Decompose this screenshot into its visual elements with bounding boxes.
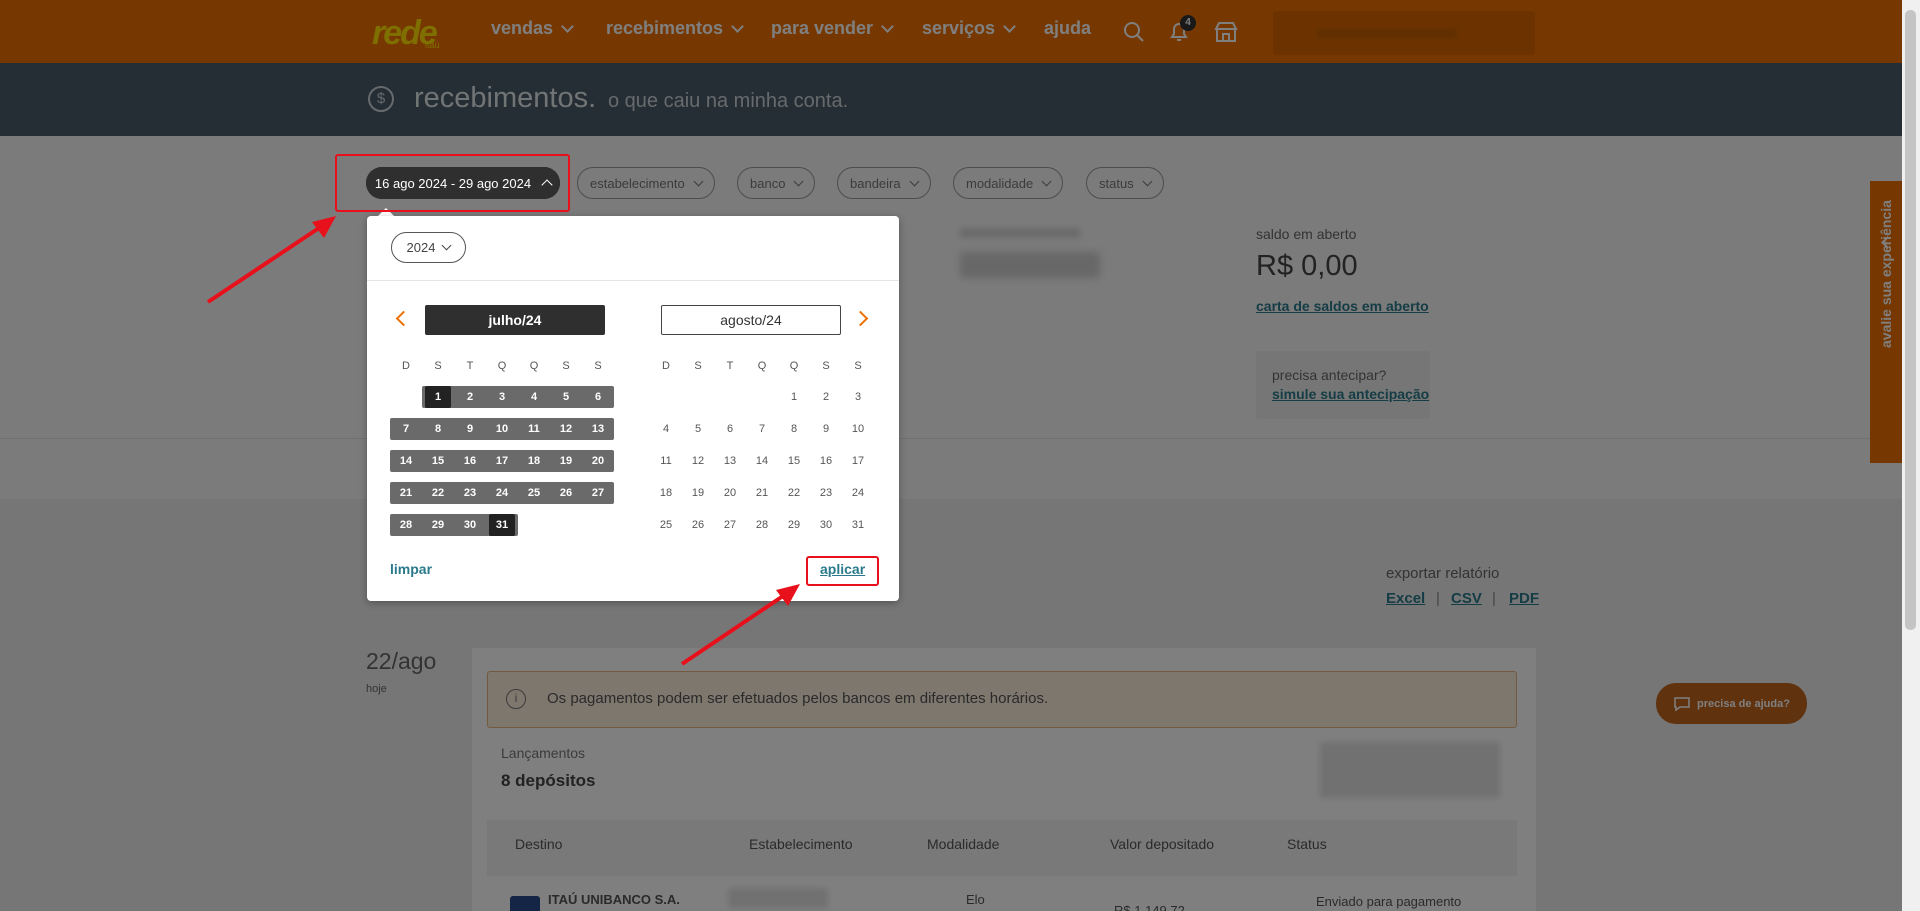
calendar-day[interactable]: 19 [685,482,711,504]
calendar-day[interactable]: 29 [425,514,451,536]
calendar-day[interactable]: 16 [457,450,483,472]
weekday-header: Q [497,360,507,372]
chevron-down-icon [442,240,452,251]
calendar-day[interactable]: 15 [781,450,807,472]
calendar-day[interactable]: 6 [717,418,743,440]
weekday-header: T [466,360,474,372]
weekday-header: T [726,360,734,372]
weekday-header: D [402,360,410,372]
calendar-day[interactable]: 25 [653,514,679,536]
modal-overlay[interactable] [0,0,1902,911]
calendar-day[interactable]: 21 [749,482,775,504]
calendar-day[interactable]: 12 [685,450,711,472]
calendar-day[interactable]: 10 [489,418,515,440]
month-left[interactable]: julho/24 [425,305,605,335]
clear-button[interactable]: limpar [390,561,432,577]
calendar-day[interactable]: 27 [585,482,611,504]
calendar-day[interactable]: 22 [425,482,451,504]
calendar-day[interactable]: 18 [653,482,679,504]
calendar-day[interactable]: 19 [553,450,579,472]
calendar-day[interactable]: 14 [749,450,775,472]
year-value: 2024 [406,240,436,255]
annotation-highlight-apply [806,556,879,586]
calendar-day[interactable]: 27 [717,514,743,536]
calendar-day[interactable]: 5 [553,386,579,408]
calendar-day[interactable]: 12 [553,418,579,440]
calendar-day[interactable]: 10 [845,418,871,440]
calendar-day[interactable]: 30 [457,514,483,536]
calendar-day[interactable]: 3 [489,386,515,408]
weekday-header: D [662,360,670,372]
calendar-day[interactable]: 24 [489,482,515,504]
calendar-day[interactable]: 9 [813,418,839,440]
calendar-day[interactable]: 17 [489,450,515,472]
calendar-day[interactable]: 5 [685,418,711,440]
calendar-day[interactable]: 23 [457,482,483,504]
calendar-day[interactable]: 31 [489,514,515,536]
calendar-day[interactable]: 20 [585,450,611,472]
calendar-day[interactable]: 1 [781,386,807,408]
weekday-header: S [562,360,570,372]
calendar-day[interactable]: 15 [425,450,451,472]
weekday-header: S [694,360,702,372]
weekday-header: S [594,360,602,372]
calendar-day[interactable]: 9 [457,418,483,440]
calendar-day[interactable]: 6 [585,386,611,408]
calendar-day[interactable]: 14 [393,450,419,472]
calendar-day[interactable]: 22 [781,482,807,504]
date-picker-popup [367,216,899,601]
calendar-day[interactable]: 20 [717,482,743,504]
calendar-day[interactable]: 23 [813,482,839,504]
calendar-day[interactable]: 8 [781,418,807,440]
calendar-day[interactable]: 4 [653,418,679,440]
year-select[interactable]: 2024 [391,232,466,263]
calendar-day[interactable]: 13 [717,450,743,472]
calendar-day[interactable]: 28 [749,514,775,536]
calendar-day[interactable]: 2 [457,386,483,408]
calendar-day[interactable]: 2 [813,386,839,408]
weekday-header: S [854,360,862,372]
calendar-day[interactable]: 11 [521,418,547,440]
calendar-day[interactable]: 1 [425,386,451,408]
month-right[interactable]: agosto/24 [661,305,841,335]
calendar-day[interactable]: 30 [813,514,839,536]
weekday-header: Q [529,360,539,372]
calendar-divider [367,280,899,281]
calendar-day[interactable]: 4 [521,386,547,408]
calendar-day[interactable]: 21 [393,482,419,504]
weekday-header: Q [757,360,767,372]
calendar-day[interactable]: 3 [845,386,871,408]
calendar-day[interactable]: 13 [585,418,611,440]
calendar-day[interactable]: 26 [685,514,711,536]
calendar-day[interactable]: 7 [393,418,419,440]
annotation-highlight-date [335,154,570,212]
calendar-day[interactable]: 29 [781,514,807,536]
calendar-day[interactable]: 7 [749,418,775,440]
weekday-header: Q [789,360,799,372]
calendar-day[interactable]: 17 [845,450,871,472]
weekday-header: S [434,360,442,372]
scrollbar-thumb[interactable] [1905,10,1916,630]
calendar-day[interactable]: 8 [425,418,451,440]
calendar-day[interactable]: 25 [521,482,547,504]
calendar-day[interactable]: 18 [521,450,547,472]
calendar-day[interactable]: 31 [845,514,871,536]
weekday-header: S [822,360,830,372]
calendar-day[interactable]: 16 [813,450,839,472]
calendar-day[interactable]: 11 [653,450,679,472]
calendar-day[interactable]: 24 [845,482,871,504]
calendar-day[interactable]: 28 [393,514,419,536]
calendar-day[interactable]: 26 [553,482,579,504]
